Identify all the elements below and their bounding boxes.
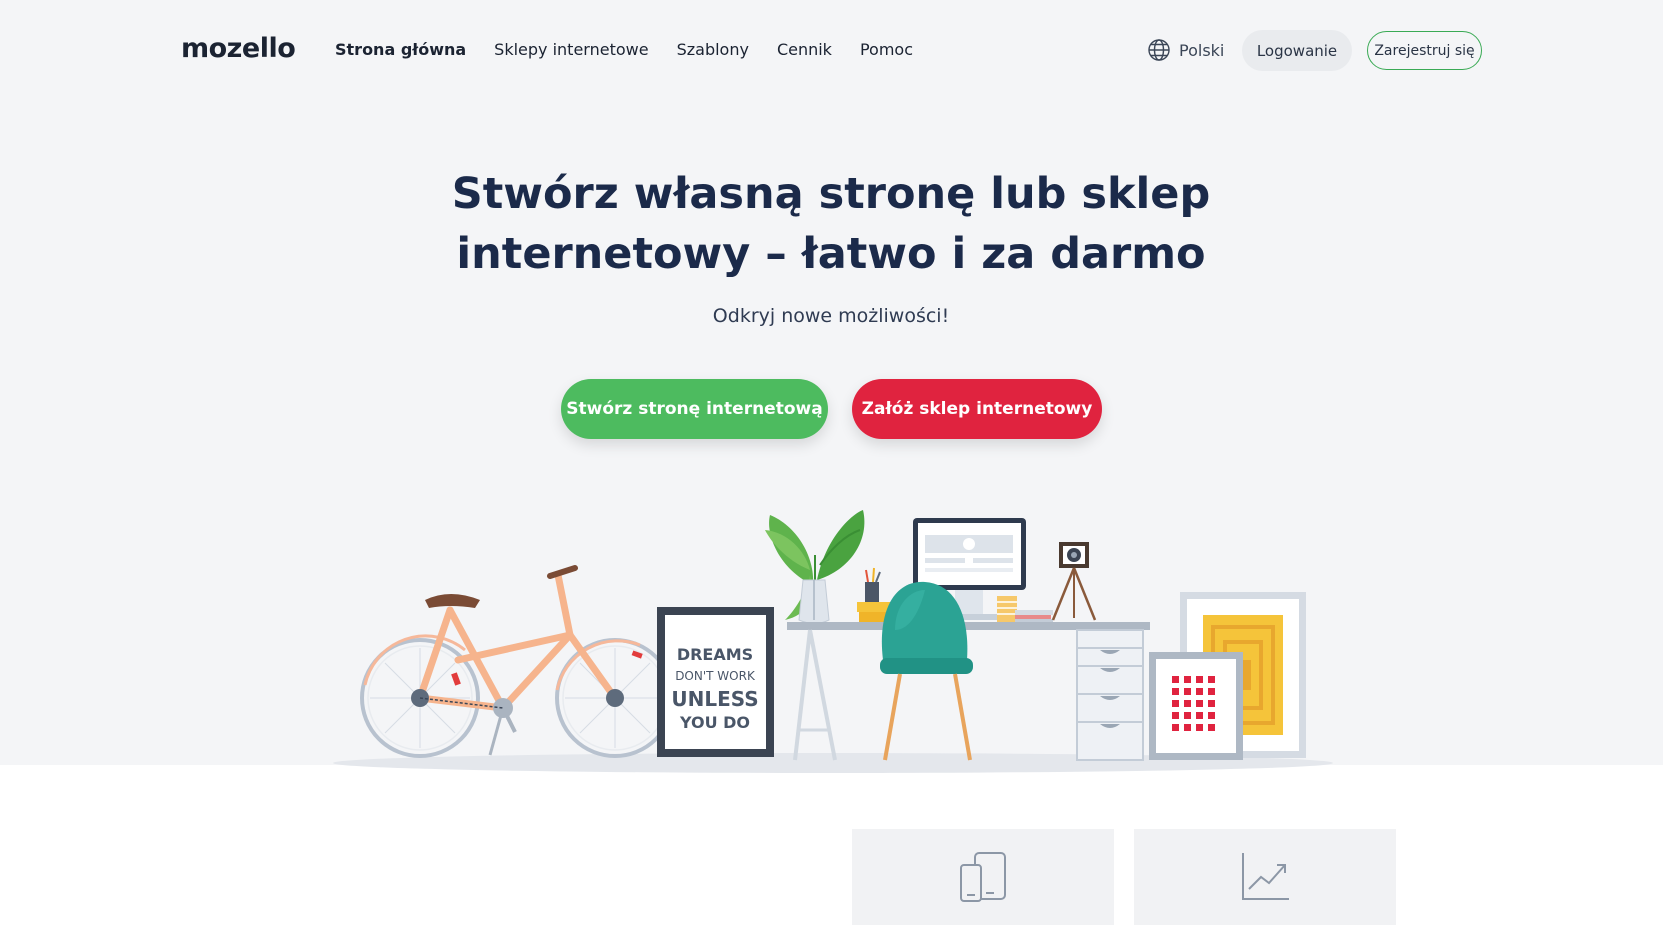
workspace-illustration: DREAMS DON'T WORK UNLESS YOU DO	[333, 510, 1333, 773]
desk	[787, 622, 1150, 761]
language-label: Polski	[1179, 40, 1225, 60]
language-selector[interactable]: Polski	[1147, 38, 1224, 62]
poster-line-2: DON'T WORK	[675, 669, 756, 683]
poster-line-3: UNLESS	[671, 687, 758, 711]
framed-pictures	[1149, 592, 1306, 760]
feature-tile-growth	[1134, 829, 1396, 925]
hero-title: Stwórz własną stronę lub sklep interneto…	[431, 164, 1231, 284]
main-menu: Strona główna Sklepy internetowe Szablon…	[335, 40, 941, 59]
nav-online-stores[interactable]: Sklepy internetowe	[494, 40, 648, 59]
hero-title-line-1: Stwórz własną stronę lub sklep	[451, 169, 1211, 219]
camera-tripod	[1051, 542, 1097, 621]
nav-home[interactable]: Strona główna	[335, 40, 466, 59]
devices-icon	[960, 852, 1006, 902]
nav-help[interactable]: Pomoc	[860, 40, 913, 59]
growth-chart-icon	[1242, 853, 1289, 900]
nav-pricing[interactable]: Cennik	[777, 40, 832, 59]
globe-icon	[1148, 39, 1170, 61]
poster-line-4: YOU DO	[679, 713, 750, 732]
poster-line-1: DREAMS	[677, 645, 753, 664]
hero-subtitle: Odkryj nowe możliwości!	[712, 305, 950, 327]
feature-tile-responsive	[852, 829, 1114, 925]
create-website-button[interactable]: Stwórz stronę internetową	[561, 379, 828, 439]
login-button[interactable]: Logowanie	[1242, 30, 1352, 71]
bicycle-illustration	[360, 565, 675, 758]
hero-title-line-2: internetowy – łatwo i za darmo	[456, 229, 1206, 279]
register-button[interactable]: Zarejestruj się	[1367, 31, 1482, 70]
office-chair	[880, 581, 973, 761]
potted-plant	[765, 510, 865, 624]
top-navigation: mozello Strona główna Sklepy internetowe…	[0, 0, 1663, 102]
nav-templates[interactable]: Szablony	[677, 40, 749, 59]
motivational-poster: DREAMS DON'T WORK UNLESS YOU DO	[657, 607, 774, 757]
mozello-logo[interactable]: mozello	[181, 33, 296, 64]
create-shop-button[interactable]: Załóż sklep internetowy	[852, 379, 1102, 439]
